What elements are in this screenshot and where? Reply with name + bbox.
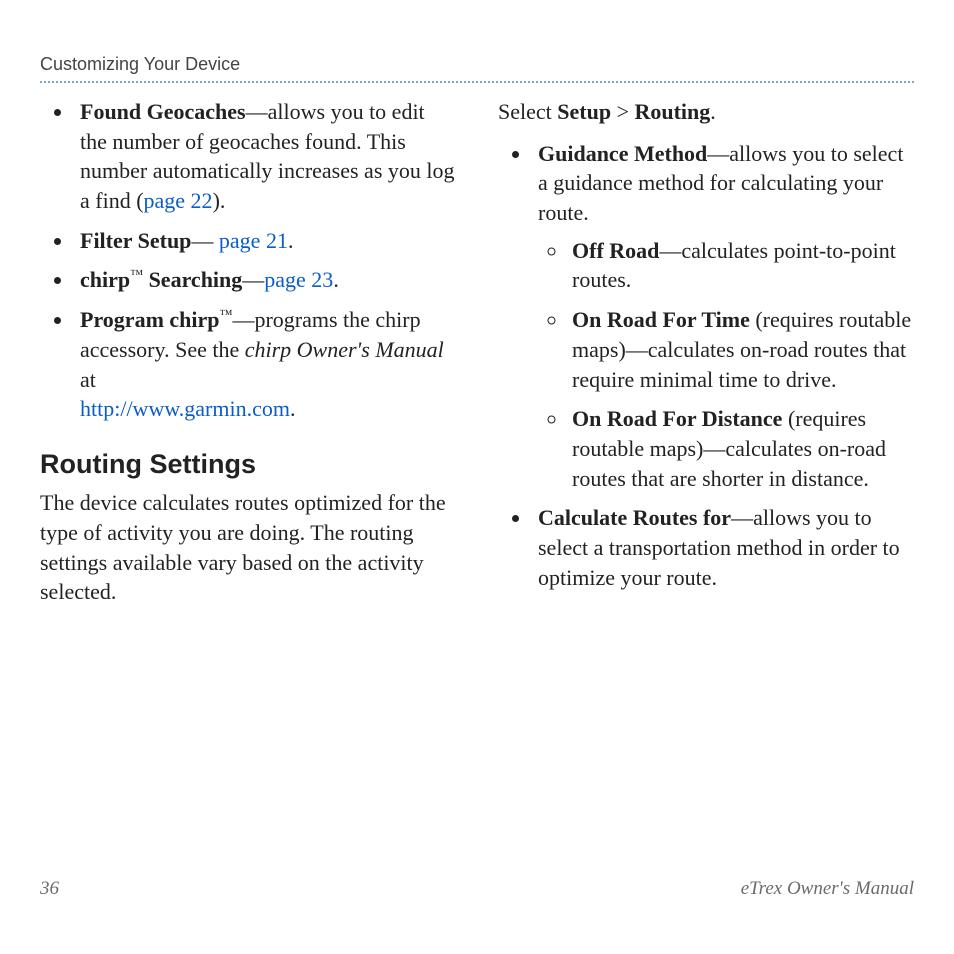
menu-routing: Routing — [634, 99, 710, 124]
bold-term: Guidance Method — [538, 141, 707, 166]
italic-doc-title: chirp Owner's Manual — [245, 337, 444, 362]
menu-setup: Setup — [557, 99, 611, 124]
left-list: Found Geocaches—allows you to edit the n… — [40, 97, 456, 424]
bold-term: On Road For Time — [572, 307, 750, 332]
bold-term: Program chirp — [80, 307, 220, 332]
sub-on-road-time: On Road For Time (requires routable maps… — [568, 305, 914, 394]
running-head: Customizing Your Device — [40, 54, 914, 79]
text: — — [242, 267, 264, 292]
sub-on-road-distance: On Road For Distance (requires routable … — [568, 404, 914, 493]
item-filter-setup: Filter Setup— page 21. — [74, 226, 456, 256]
column-right: Select Setup > Routing. Guidance Method—… — [498, 97, 914, 607]
text: . — [290, 396, 296, 421]
content-columns: Found Geocaches—allows you to edit the n… — [0, 83, 954, 607]
text: . — [710, 99, 716, 124]
sub-off-road: Off Road—calculates point-to-point route… — [568, 236, 914, 295]
item-chirp-searching: chirp™ Searching—page 23. — [74, 265, 456, 295]
item-program-chirp: Program chirp™—programs the chirp access… — [74, 305, 456, 424]
link-page-22[interactable]: page 22 — [144, 188, 213, 213]
link-garmin-url[interactable]: http://www.garmin.com — [80, 396, 290, 421]
item-guidance-method: Guidance Method—allows you to select a g… — [532, 139, 914, 494]
heading-routing-settings: Routing Settings — [40, 446, 456, 482]
text: at — [80, 367, 96, 392]
text: . — [288, 228, 294, 253]
link-page-21[interactable]: page 21 — [219, 228, 288, 253]
text: . — [333, 267, 339, 292]
bold-term: Searching — [143, 267, 242, 292]
bold-term: Filter Setup — [80, 228, 191, 253]
right-list: Guidance Method—allows you to select a g… — [498, 139, 914, 593]
link-page-23[interactable]: page 23 — [264, 267, 333, 292]
page-number: 36 — [40, 878, 59, 900]
select-instruction: Select Setup > Routing. — [498, 97, 914, 127]
trademark-icon: ™ — [130, 267, 143, 282]
column-left: Found Geocaches—allows you to edit the n… — [40, 97, 456, 607]
bold-term: Calculate Routes for — [538, 505, 731, 530]
text: > — [611, 99, 634, 124]
bold-term: chirp — [80, 267, 130, 292]
text: ). — [213, 188, 226, 213]
routing-settings-paragraph: The device calculates routes optimized f… — [40, 488, 456, 607]
bold-term: On Road For Distance — [572, 406, 782, 431]
bold-term: Found Geocaches — [80, 99, 246, 124]
item-found-geocaches: Found Geocaches—allows you to edit the n… — [74, 97, 456, 216]
guidance-sublist: Off Road—calculates point-to-point route… — [538, 236, 914, 494]
text: — — [191, 228, 219, 253]
item-calculate-routes: Calculate Routes for—allows you to selec… — [532, 503, 914, 592]
trademark-icon: ™ — [220, 307, 233, 322]
page-footer: 36 eTrex Owner's Manual — [40, 878, 914, 900]
doc-title: eTrex Owner's Manual — [741, 878, 914, 900]
bold-term: Off Road — [572, 238, 659, 263]
text: Select — [498, 99, 557, 124]
